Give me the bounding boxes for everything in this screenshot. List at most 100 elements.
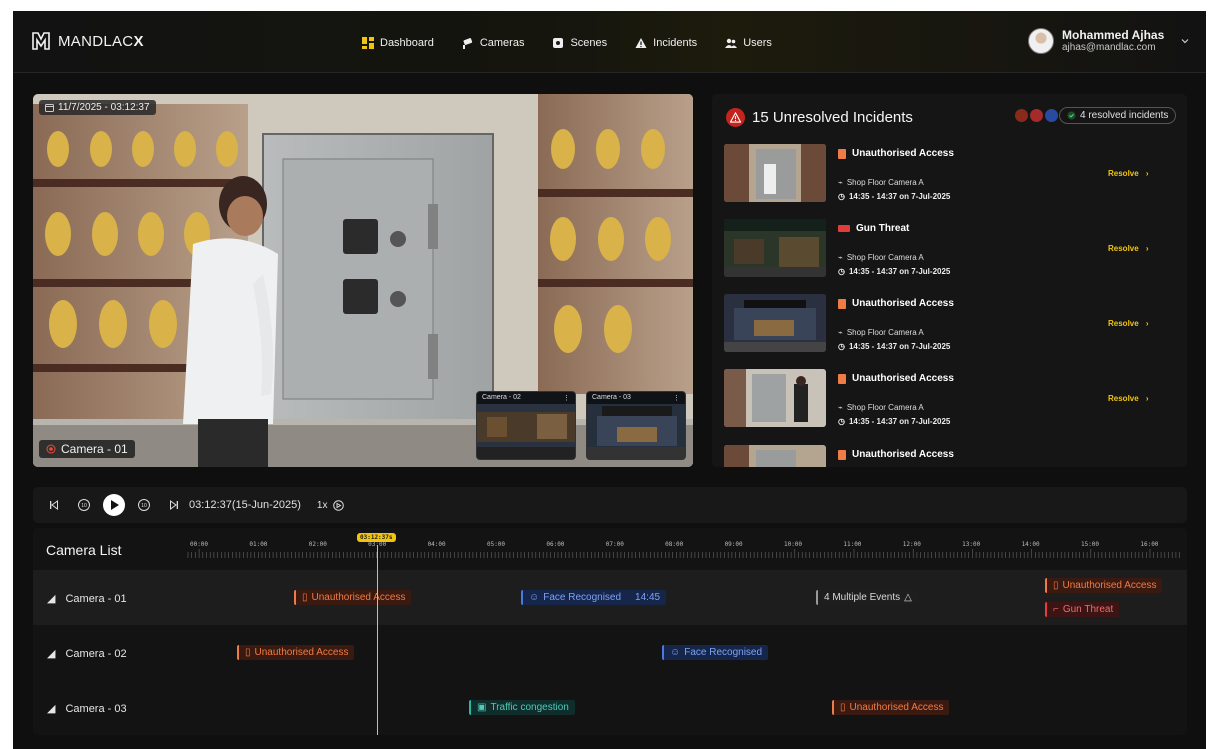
event-label: Face Recognised [543,592,622,603]
cctv-icon: ◢ [47,703,56,715]
nav-scenes[interactable]: Scenes [552,37,607,49]
timeline-camera-name: ◢ Camera - 01 [47,592,127,606]
event-gun-threat[interactable]: ⌐ Gun Threat [1045,602,1120,617]
incidents-title: 15 Unresolved Incidents [752,109,913,126]
resolve-button[interactable]: Resolve › [1108,244,1149,253]
playhead-line[interactable] [377,545,378,735]
incident-time: ◷ 14:35 - 14:37 on 7-Jul-2025 [838,342,950,351]
forward-10-icon: 10 [138,499,150,511]
cctv-icon: ◢ [47,593,56,605]
rewind-10-icon: 10 [78,499,90,511]
main-video-feed[interactable]: 11/7/2025 - 03:12:37 Camera - 01 Camera … [33,94,693,467]
playback-time: 03:12:37(15-Jun-2025) [189,499,301,511]
clock-icon: ◷ [838,342,845,351]
speed-toggle-button[interactable] [333,499,345,511]
incident-name: Unauthorised Access [838,298,954,309]
incident-item[interactable]: Unauthorised Access [724,445,1174,467]
timeline-row[interactable]: ◢ Camera - 02 ▯ Unauthorised Access ☺ Face … [33,625,1187,680]
resolve-button[interactable]: Resolve › [1108,319,1149,328]
incident-name: Unauthorised Access [838,449,954,460]
event-unauthorised-access[interactable]: ▯ Unauthorised Access [294,590,412,605]
chevron-right-icon: › [1145,169,1149,178]
door-icon [838,148,846,159]
hour-tick-label: 12:00 [903,541,921,548]
face-chip-icon [1045,109,1058,122]
event-unauthorised-access[interactable]: ▯ Unauthorised Access [237,645,355,660]
playback-speed[interactable]: 1x [317,500,328,511]
event-label: Unauthorised Access [311,592,406,603]
event-unauthorised-access[interactable]: ▯ Unauthorised Access [1045,578,1163,593]
skip-end-icon [170,500,178,510]
event-unauthorised-access[interactable]: ▯ Unauthorised Access [832,700,950,715]
incident-item[interactable]: Unauthorised Access ⌁ Shop Floor Camera A… [724,294,1174,354]
forward-10-button[interactable]: 10 [137,498,151,512]
incident-thumbnail [724,369,826,427]
scene-icon [553,38,564,48]
incident-thumbnail [724,219,826,277]
incident-item[interactable]: Unauthorised Access ⌁ Shop Floor Camera A… [724,144,1174,204]
door-icon: ▯ [302,592,308,603]
kebab-menu-icon[interactable]: ⋮ [673,394,680,402]
resolve-button[interactable]: Resolve › [1108,394,1149,403]
incident-camera-text: Shop Floor Camera A [846,328,924,337]
hour-tick-label: 15:00 [1081,541,1099,548]
hour-tick-label: 09:00 [725,541,743,548]
resolve-button[interactable]: Resolve › [1108,169,1149,178]
thumbnail-title-bar: Camera - 03 ⋮ [587,392,685,404]
event-face-recognised[interactable]: ☺ Face Recognised 14:45 [521,590,667,605]
timeline-camera-name: ◢ Camera - 03 [47,702,127,716]
resolve-label: Resolve [1108,244,1139,253]
event-multiple[interactable]: 4 Multiple Events △ [816,590,918,605]
hour-tick-label: 14:00 [1022,541,1040,548]
users-icon [725,38,738,48]
timeline-row[interactable]: ◢ Camera - 01 ▯ Unauthorised Access ☺ Face … [33,570,1187,625]
play-button[interactable] [103,494,125,516]
incident-name: Unauthorised Access [838,373,954,384]
user-menu[interactable]: Mohammed Ajhas ajhas@mandlac.com [1028,28,1190,54]
video-timestamp-text: 11/7/2025 - 03:12:37 [58,102,150,113]
skip-to-start-button[interactable] [49,500,59,510]
clock-icon: ◷ [838,267,845,276]
hour-tick-label: 10:00 [784,541,802,548]
nav-incidents[interactable]: Incidents [635,37,697,49]
kebab-menu-icon[interactable]: ⋮ [563,394,570,402]
thumbnail-label: Camera - 02 [482,394,521,401]
event-face-recognised[interactable]: ☺ Face Recognised [662,645,769,660]
hour-tick-label: 01:00 [249,541,267,548]
brand-name: MANDLACX [58,32,144,50]
resolved-label: 4 resolved incidents [1080,110,1169,121]
incident-item[interactable]: Gun Threat ⌁ Shop Floor Camera A ◷ 14:35 -… [724,219,1174,279]
avatar [1028,28,1054,54]
skip-to-end-button[interactable] [169,500,179,510]
brand-logo[interactable]: MANDLACX [32,31,144,51]
rewind-10-button[interactable]: 10 [77,498,91,512]
incident-name: Unauthorised Access [838,148,954,159]
svg-text:10: 10 [141,503,147,509]
event-traffic-congestion[interactable]: ▣ Traffic congestion [469,700,575,715]
camera-icon: ⌁ [838,328,843,337]
camera-timeline: Camera List 00:0001:0002:0003:0004:0005:… [33,528,1187,735]
user-email: ajhas@mandlac.com [1062,42,1156,53]
time-ruler[interactable]: 00:0001:0002:0003:0004:0005:0006:0007:00… [33,528,1187,570]
event-label: Unauthorised Access [849,702,944,713]
chevron-down-icon[interactable] [1180,36,1190,46]
incident-name-text: Unauthorised Access [852,449,954,460]
camera-thumbnail[interactable]: Camera - 03 ⋮ [586,391,686,460]
nav-users[interactable]: Users [725,37,772,49]
camera-icon: ⌁ [838,178,843,187]
grid-icon [362,37,374,49]
incident-camera-text: Shop Floor Camera A [846,253,924,262]
camera-thumbnail[interactable]: Camera - 02 ⋮ [476,391,576,460]
resolved-incidents-pill[interactable]: 4 resolved incidents [1059,107,1177,124]
event-label: Face Recognised [684,647,763,658]
hour-tick-label: 00:00 [190,541,208,548]
nav-cameras[interactable]: Cameras [462,37,524,49]
event-label: Unauthorised Access [1062,580,1157,591]
main-nav: Dashboard Cameras Scenes Incidents Users [362,37,800,49]
incident-time: ◷ 14:35 - 14:37 on 7-Jul-2025 [838,192,950,201]
nav-dashboard[interactable]: Dashboard [362,37,434,49]
event-time: 14:45 [635,592,661,603]
timeline-row[interactable]: ◢ Camera - 03 ▣ Traffic congestion ▯ Unauth… [33,680,1187,735]
traffic-icon: ▣ [477,702,487,713]
incident-item[interactable]: Unauthorised Access ⌁ Shop Floor Camera A… [724,369,1174,429]
